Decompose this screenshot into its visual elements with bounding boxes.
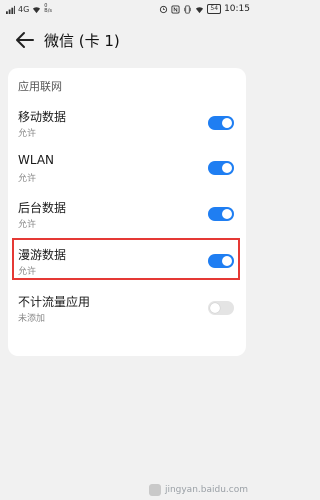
toggle-knob xyxy=(210,303,220,313)
wifi-status-icon xyxy=(196,6,204,13)
nfc-icon xyxy=(171,4,180,14)
watermark-text: jingyan.baidu.com xyxy=(164,485,248,495)
row-title: 移动数据 xyxy=(18,110,67,124)
row-subtitle: 允许 xyxy=(18,174,37,184)
app-header: 微信 (卡 1) xyxy=(0,20,256,60)
row-mobile-data[interactable]: 移动数据 允许 xyxy=(8,104,246,148)
row-title: 后台数据 xyxy=(18,201,67,215)
roaming-data-toggle[interactable] xyxy=(208,254,234,268)
row-unmetered-apps[interactable]: 不计流量应用 未添加 xyxy=(8,289,246,333)
section-label: 应用联网 xyxy=(18,80,62,93)
clock: 10:15 xyxy=(224,4,250,14)
row-subtitle: 允许 xyxy=(18,129,37,139)
row-title: 漫游数据 xyxy=(18,248,67,262)
page-title: 微信 (卡 1) xyxy=(44,32,120,50)
network-settings-card: 应用联网 移动数据 允许 WLAN 允许 后台数据 允许 漫游数据 允许 不计流… xyxy=(8,68,246,356)
mobile-data-toggle[interactable] xyxy=(208,116,234,130)
row-wlan[interactable]: WLAN 允许 xyxy=(8,149,246,193)
row-roaming-data[interactable]: 漫游数据 允许 xyxy=(8,238,246,286)
status-bar: 4G 0 B/s 54 10:15 xyxy=(0,0,256,20)
row-subtitle: 允许 xyxy=(18,220,37,230)
toggle-knob xyxy=(222,256,232,266)
row-title: 不计流量应用 xyxy=(18,295,91,309)
row-subtitle: 允许 xyxy=(18,267,37,277)
baidu-logo-icon xyxy=(148,484,161,496)
status-left: 4G 0 B/s xyxy=(6,4,52,14)
network-speed: 0 B/s xyxy=(44,4,52,14)
row-subtitle: 未添加 xyxy=(18,314,46,324)
alarm-icon xyxy=(160,5,168,13)
watermark: jingyan.baidu.com xyxy=(148,484,248,496)
background-data-toggle[interactable] xyxy=(208,207,234,221)
network-type: 4G xyxy=(18,4,30,14)
status-right: 54 10:15 xyxy=(159,4,250,14)
speed-unit: B/s xyxy=(44,8,53,14)
toggle-knob xyxy=(222,163,232,173)
battery-indicator: 54 xyxy=(207,4,222,14)
toggle-knob xyxy=(222,209,232,219)
row-background-data[interactable]: 后台数据 允许 xyxy=(8,195,246,239)
toggle-knob xyxy=(222,118,232,128)
vibrate-icon xyxy=(184,4,192,14)
wifi-icon xyxy=(33,6,41,13)
back-arrow-icon[interactable] xyxy=(14,29,36,51)
wlan-toggle[interactable] xyxy=(208,161,234,175)
signal-icon xyxy=(6,5,15,14)
unmetered-apps-toggle[interactable] xyxy=(208,301,234,315)
row-title: WLAN xyxy=(18,153,55,167)
